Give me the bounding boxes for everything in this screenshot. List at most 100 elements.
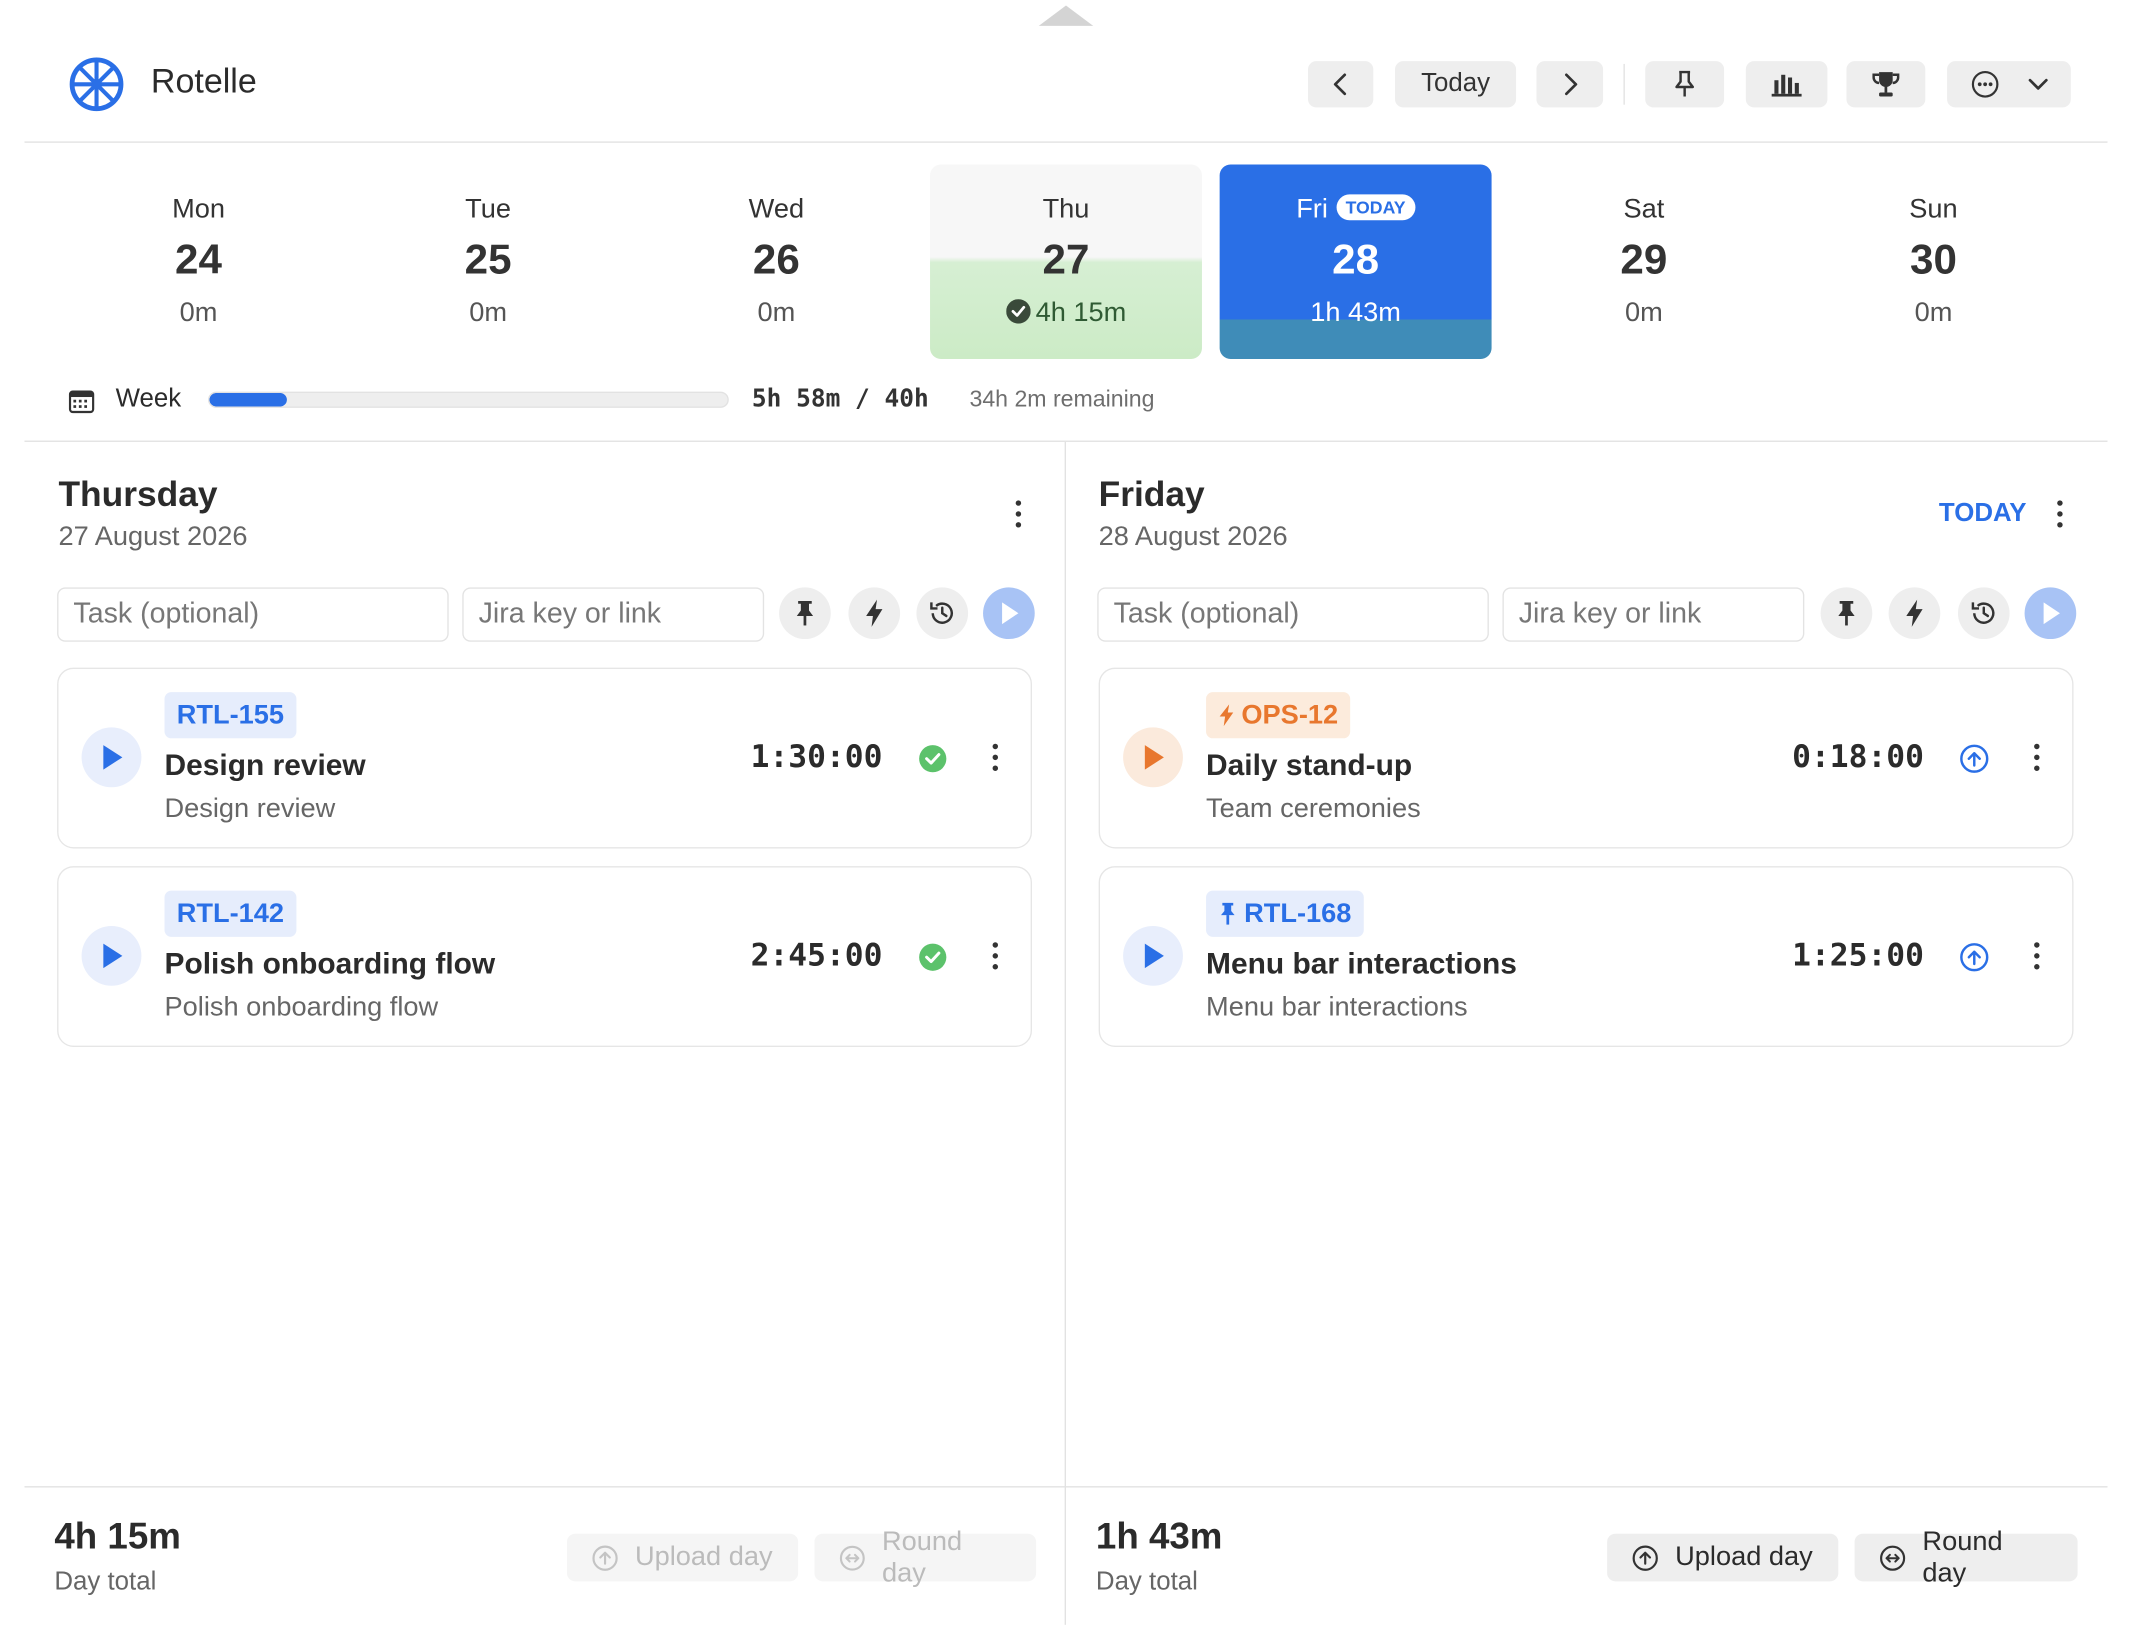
play-icon [1002,602,1019,625]
jira-key-input[interactable] [1502,587,1805,642]
start-timer-button[interactable] [2024,587,2077,640]
entry-options-button[interactable] [2034,743,2040,771]
day-total-label: Day total [54,1567,157,1597]
entry-options-button[interactable] [992,942,999,970]
quick-task-button[interactable] [1888,587,1941,640]
panel-title: Thursday [58,473,218,514]
entry-options-button[interactable] [992,743,999,771]
jira-key: OPS-12 [1241,699,1339,730]
toolbar-divider [1623,63,1625,105]
jira-key-tag[interactable]: OPS-12 [1206,692,1351,739]
upload-circle-icon[interactable] [1959,744,1989,774]
next-week-button[interactable] [1536,61,1604,108]
pin-task-button[interactable] [1820,587,1873,640]
week-progress-fill [209,392,288,407]
jira-key-tag[interactable]: RTL-142 [164,890,297,937]
bolt-icon [866,599,883,627]
day-name: Sat [1623,194,1665,225]
day-name: Mon [172,194,225,225]
entry-duration[interactable]: 1:25:00 [1792,938,1924,973]
bar-chart-icon [1771,74,1802,97]
day-name: Thu [1042,194,1090,225]
panel-date: 28 August 2026 [1098,522,1288,553]
trophy-icon [1872,72,1900,97]
day-total-label: Day total [1095,1567,1198,1597]
round-day-button[interactable]: Round day [814,1526,1037,1587]
upload-day-label: Upload day [1675,1541,1813,1572]
day-total-value: 4h 15m [54,1516,181,1557]
entry-duration[interactable]: 1:30:00 [751,740,883,775]
jira-key-input[interactable] [462,587,765,642]
entry-name: Polish onboarding flow [164,946,496,981]
play-entry-button[interactable] [1123,727,1183,788]
day-column-sat[interactable]: Sat 29 0m [1508,165,1780,359]
play-entry-button[interactable] [81,925,142,986]
today-badge: TODAY [1336,194,1416,221]
pin-task-button[interactable] [779,587,831,640]
day-total: 0m [179,297,218,328]
entry-duration[interactable]: 2:45:00 [751,938,883,973]
play-entry-button[interactable] [1123,925,1183,986]
entry-duration[interactable]: 0:18:00 [1792,740,1924,775]
upload-day-button[interactable]: Upload day [1607,1533,1839,1582]
day-column-fri[interactable]: Fri TODAY 28 1h 43m [1219,164,1492,359]
wheel-logo-icon [69,57,124,112]
round-day-button[interactable]: Round day [1854,1526,2078,1587]
time-entry-card[interactable]: RTL-155 Design review Design review 1:30… [57,667,1033,849]
start-timer-button[interactable] [983,587,1035,640]
day-column-sun[interactable]: Sun 30 0m [1798,165,2070,359]
task-input[interactable] [57,587,449,642]
day-column-thu[interactable]: Thu 27 4h 15m [930,164,1202,359]
upload-circle-icon[interactable] [1959,942,1989,972]
time-entry-card[interactable]: RTL-168 Menu bar interactions Menu bar i… [1098,866,2074,1047]
today-label: TODAY [1938,499,2027,528]
day-name: Fri [1296,194,1328,225]
day-column-wed[interactable]: Wed 26 0m [640,165,912,359]
week-remaining: 34h 2m remaining [969,386,1155,412]
day-total-row: 4h 15m [930,298,1202,329]
pin-icon [796,600,814,626]
day-options-button[interactable] [2057,500,2063,528]
day-total: 0m [1914,297,1953,328]
calendar-icon [68,390,95,414]
round-day-label: Round day [1922,1526,2003,1588]
pinned-tasks-button[interactable] [1645,61,1725,108]
entry-name: Design review [164,747,366,782]
achievements-button[interactable] [1846,61,1926,108]
task-input[interactable] [1097,587,1489,642]
bolt-icon [1219,704,1234,727]
reports-button[interactable] [1745,61,1828,108]
time-entry-card[interactable]: RTL-142 Polish onboarding flow Polish on… [57,866,1033,1047]
play-icon [2043,602,2060,625]
panel-date: 27 August 2026 [58,522,248,553]
jira-key: RTL-142 [176,898,285,928]
footer-divider [24,1486,2108,1488]
quick-task-button[interactable] [848,587,901,640]
day-column-tue[interactable]: Tue 25 0m [352,165,624,359]
play-entry-button[interactable] [81,727,142,788]
history-button[interactable] [1957,587,2010,640]
day-options-button[interactable] [1015,500,1022,528]
more-menu-button[interactable] [1947,61,2071,108]
time-entry-card[interactable]: OPS-12 Daily stand-up Team ceremonies 0:… [1098,667,2074,849]
upload-day-button[interactable]: Upload day [566,1533,799,1582]
day-total: 0m [469,297,508,328]
upload-day-label: Upload day [634,1541,773,1572]
previous-week-button[interactable] [1308,61,1374,108]
checkmark-circle-icon [1005,299,1031,324]
pin-icon [1221,902,1235,925]
day-column-mon[interactable]: Mon 24 0m [63,165,335,359]
entry-name: Daily stand-up [1206,747,1413,782]
entry-options-button[interactable] [2034,942,2040,970]
day-name-row: Fri TODAY [1220,194,1492,225]
panel-divider [1064,441,1066,1625]
day-total: 0m [757,297,796,328]
jira-key: RTL-168 [1244,898,1352,928]
jira-key-tag[interactable]: RTL-168 [1206,890,1364,937]
jira-key-tag[interactable]: RTL-155 [164,692,297,739]
history-icon [1971,602,1995,624]
jira-key: RTL-155 [176,699,285,730]
today-button[interactable]: Today [1395,61,1517,108]
history-button[interactable] [916,587,969,640]
upload-circle-icon [1632,1544,1658,1571]
